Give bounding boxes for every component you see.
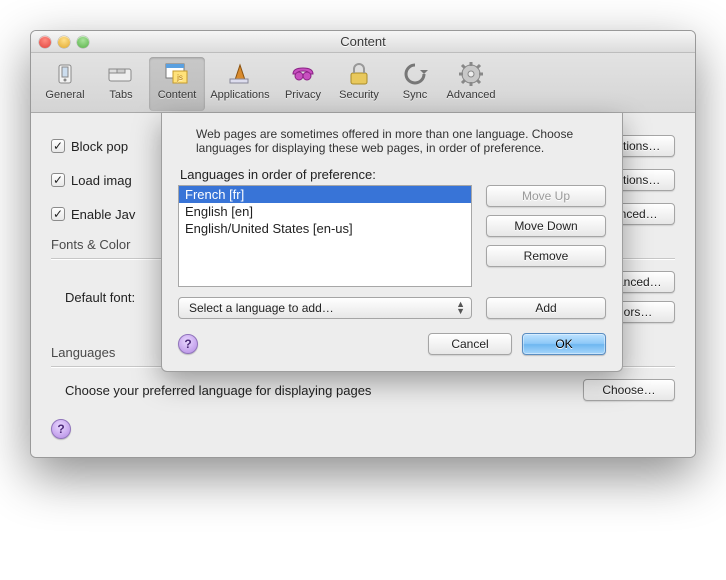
- content-icon: js: [162, 59, 192, 89]
- list-item[interactable]: English [en]: [179, 203, 471, 220]
- load-images-label: Load imag: [71, 173, 132, 188]
- language-listbox[interactable]: French [fr] English [en] English/United …: [178, 185, 472, 287]
- toolbar-item-label: Tabs: [109, 89, 132, 101]
- languages-prompt: Choose your preferred language for displ…: [65, 383, 371, 398]
- remove-button[interactable]: Remove: [486, 245, 606, 267]
- help-button[interactable]: ?: [51, 419, 71, 439]
- toolbar-item-advanced[interactable]: Advanced: [443, 57, 499, 111]
- toolbar-item-security[interactable]: Security: [331, 57, 387, 111]
- toolbar-item-label: Applications: [210, 89, 269, 101]
- load-images-checkbox[interactable]: ✓: [51, 173, 65, 187]
- toolbar-item-tabs[interactable]: Tabs: [93, 57, 149, 111]
- toolbar-item-label: Privacy: [285, 89, 321, 101]
- sheet-description: Web pages are sometimes offered in more …: [196, 127, 600, 155]
- toolbar-item-label: Advanced: [447, 89, 496, 101]
- choose-language-button[interactable]: Choose…: [583, 379, 675, 401]
- toolbar-item-content[interactable]: js Content: [149, 57, 205, 111]
- security-icon: [344, 59, 374, 89]
- tabs-icon: [106, 59, 136, 89]
- content-pane: ✓ Block pop xceptions… ✓ Load imag xcept…: [31, 113, 695, 457]
- preferences-window: Content General Tabs js Content Applicat…: [30, 30, 696, 458]
- languages-sheet: Web pages are sometimes offered in more …: [161, 113, 623, 372]
- select-arrows-icon: ▲▼: [456, 301, 465, 315]
- move-down-button[interactable]: Move Down: [486, 215, 606, 237]
- enable-js-label: Enable Jav: [71, 207, 135, 222]
- ok-button[interactable]: OK: [522, 333, 606, 355]
- default-font-label: Default font:: [65, 290, 135, 305]
- list-item[interactable]: English/United States [en-us]: [179, 220, 471, 237]
- window-title: Content: [31, 34, 695, 49]
- toolbar-item-label: General: [45, 89, 84, 101]
- toolbar-item-label: Content: [158, 89, 197, 101]
- add-language-select[interactable]: Select a language to add… ▲▼: [178, 297, 472, 319]
- advanced-icon: [456, 59, 486, 89]
- toolbar-item-general[interactable]: General: [37, 57, 93, 111]
- toolbar-item-applications[interactable]: Applications: [205, 57, 275, 111]
- toolbar-item-label: Security: [339, 89, 379, 101]
- switch-icon: [50, 59, 80, 89]
- language-list-label: Languages in order of preference:: [180, 167, 606, 182]
- select-value: Select a language to add…: [189, 301, 334, 315]
- list-item[interactable]: French [fr]: [179, 186, 471, 203]
- privacy-icon: [288, 59, 318, 89]
- block-popups-label: Block pop: [71, 139, 128, 154]
- sync-icon: [400, 59, 430, 89]
- apps-icon: [225, 59, 255, 89]
- cancel-button[interactable]: Cancel: [428, 333, 512, 355]
- sheet-help-button[interactable]: ?: [178, 334, 198, 354]
- move-up-button[interactable]: Move Up: [486, 185, 606, 207]
- prefs-toolbar: General Tabs js Content Applications Pri…: [31, 53, 695, 113]
- toolbar-item-label: Sync: [403, 89, 427, 101]
- toolbar-item-privacy[interactable]: Privacy: [275, 57, 331, 111]
- toolbar-item-sync[interactable]: Sync: [387, 57, 443, 111]
- add-language-button[interactable]: Add: [486, 297, 606, 319]
- svg-text:js: js: [176, 73, 183, 82]
- block-popups-checkbox[interactable]: ✓: [51, 139, 65, 153]
- titlebar: Content: [31, 31, 695, 53]
- enable-js-checkbox[interactable]: ✓: [51, 207, 65, 221]
